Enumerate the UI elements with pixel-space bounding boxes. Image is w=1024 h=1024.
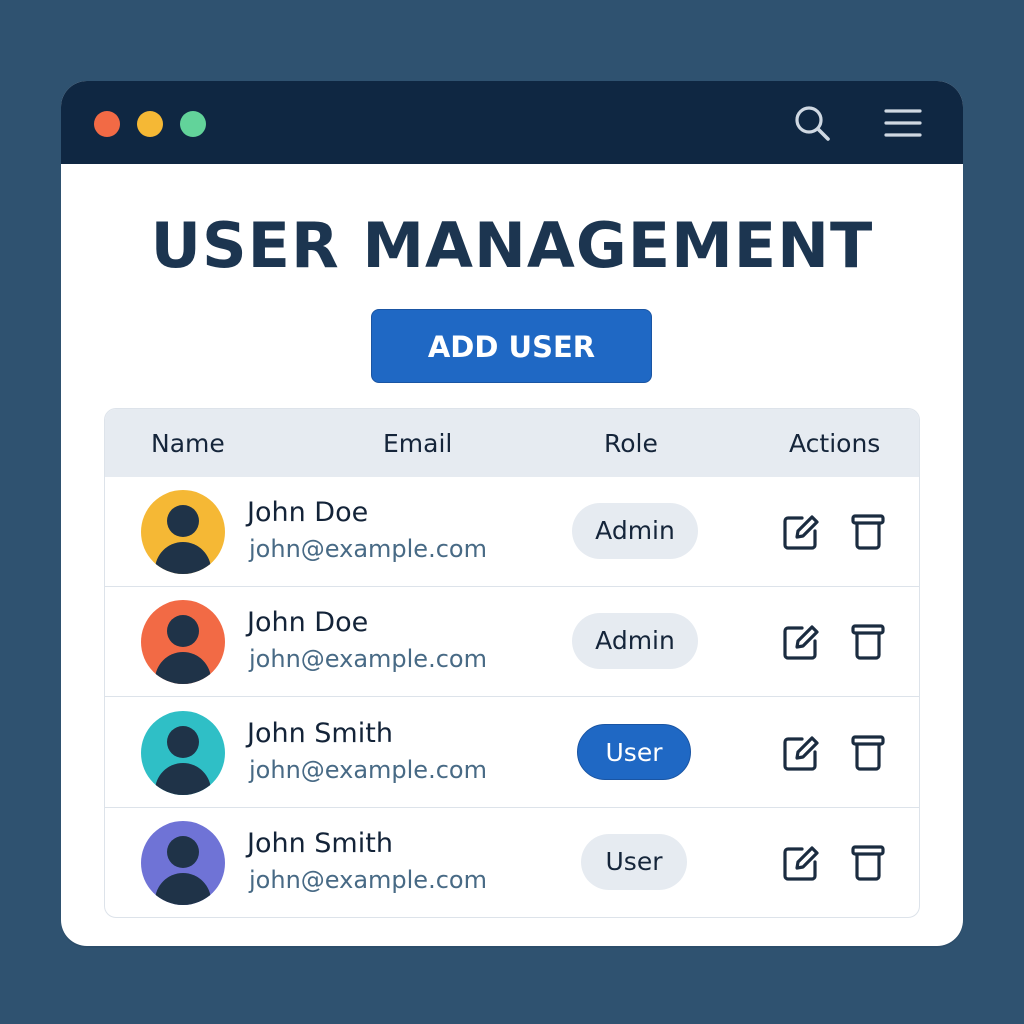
user-email: john@example.com xyxy=(249,866,487,894)
user-name: John Smith xyxy=(247,718,393,749)
avatar-body-shape xyxy=(155,652,211,684)
avatar-head-shape xyxy=(167,615,199,647)
avatar xyxy=(141,821,225,905)
avatar-body-shape xyxy=(155,763,211,795)
column-header-email[interactable]: Email xyxy=(383,409,452,477)
user-name: John Doe xyxy=(247,607,369,638)
row-divider xyxy=(105,696,919,697)
edit-button[interactable] xyxy=(781,622,821,662)
avatar-head-shape xyxy=(167,836,199,868)
page-title: USER MANAGEMENT xyxy=(150,209,874,282)
role-badge[interactable]: User xyxy=(581,834,687,890)
edit-icon xyxy=(781,515,821,556)
column-header-role[interactable]: Role xyxy=(604,409,658,477)
menu-button[interactable] xyxy=(883,103,923,143)
delete-icon xyxy=(848,514,888,556)
search-icon xyxy=(795,106,830,141)
role-badge[interactable]: User xyxy=(577,724,691,780)
edit-button[interactable] xyxy=(781,843,821,883)
user-email: john@example.com xyxy=(249,756,487,784)
role-badge[interactable]: Admin xyxy=(572,613,698,669)
avatar-body-shape xyxy=(155,542,211,574)
delete-button[interactable] xyxy=(848,512,888,552)
user-name: John Doe xyxy=(247,497,369,528)
delete-button[interactable] xyxy=(848,622,888,662)
user-email: john@example.com xyxy=(249,645,487,673)
table-row: John Doe john@example.com Admin xyxy=(105,587,919,697)
edit-icon xyxy=(781,625,821,666)
edit-icon xyxy=(781,846,821,887)
avatar xyxy=(141,600,225,684)
avatar-head-shape xyxy=(167,726,199,758)
minimize-window-button[interactable] xyxy=(137,111,163,137)
column-header-actions: Actions xyxy=(789,429,881,458)
avatar xyxy=(141,711,225,795)
delete-button[interactable] xyxy=(848,843,888,883)
column-header-name[interactable]: Name xyxy=(151,409,225,477)
edit-icon xyxy=(781,736,821,777)
edit-button[interactable] xyxy=(781,733,821,773)
close-window-button[interactable] xyxy=(94,111,120,137)
table-row: John Smith john@example.com User xyxy=(105,698,919,808)
user-name: John Smith xyxy=(247,828,393,859)
title-bar xyxy=(61,81,963,164)
table-header: Name Email Role Actions xyxy=(105,409,919,477)
user-email: john@example.com xyxy=(249,535,487,563)
role-badge[interactable]: Admin xyxy=(572,503,698,559)
table-row: John Doe john@example.com Admin xyxy=(105,477,919,587)
delete-icon xyxy=(848,624,888,666)
avatar-body-shape xyxy=(155,873,211,905)
users-table: Name Email Role Actions John Doe john@exa… xyxy=(104,408,920,918)
app-window: USER MANAGEMENT ADD USER Name Email Role… xyxy=(61,81,963,946)
table-row: John Smith john@example.com User xyxy=(105,808,919,917)
delete-button[interactable] xyxy=(848,733,888,773)
edit-button[interactable] xyxy=(781,512,821,552)
add-user-button[interactable]: ADD USER xyxy=(371,309,652,383)
avatar-head-shape xyxy=(167,505,199,537)
maximize-window-button[interactable] xyxy=(180,111,206,137)
avatar xyxy=(141,490,225,574)
search-button[interactable] xyxy=(792,103,832,143)
menu-icon xyxy=(884,109,922,137)
delete-icon xyxy=(848,735,888,777)
delete-icon xyxy=(848,845,888,887)
